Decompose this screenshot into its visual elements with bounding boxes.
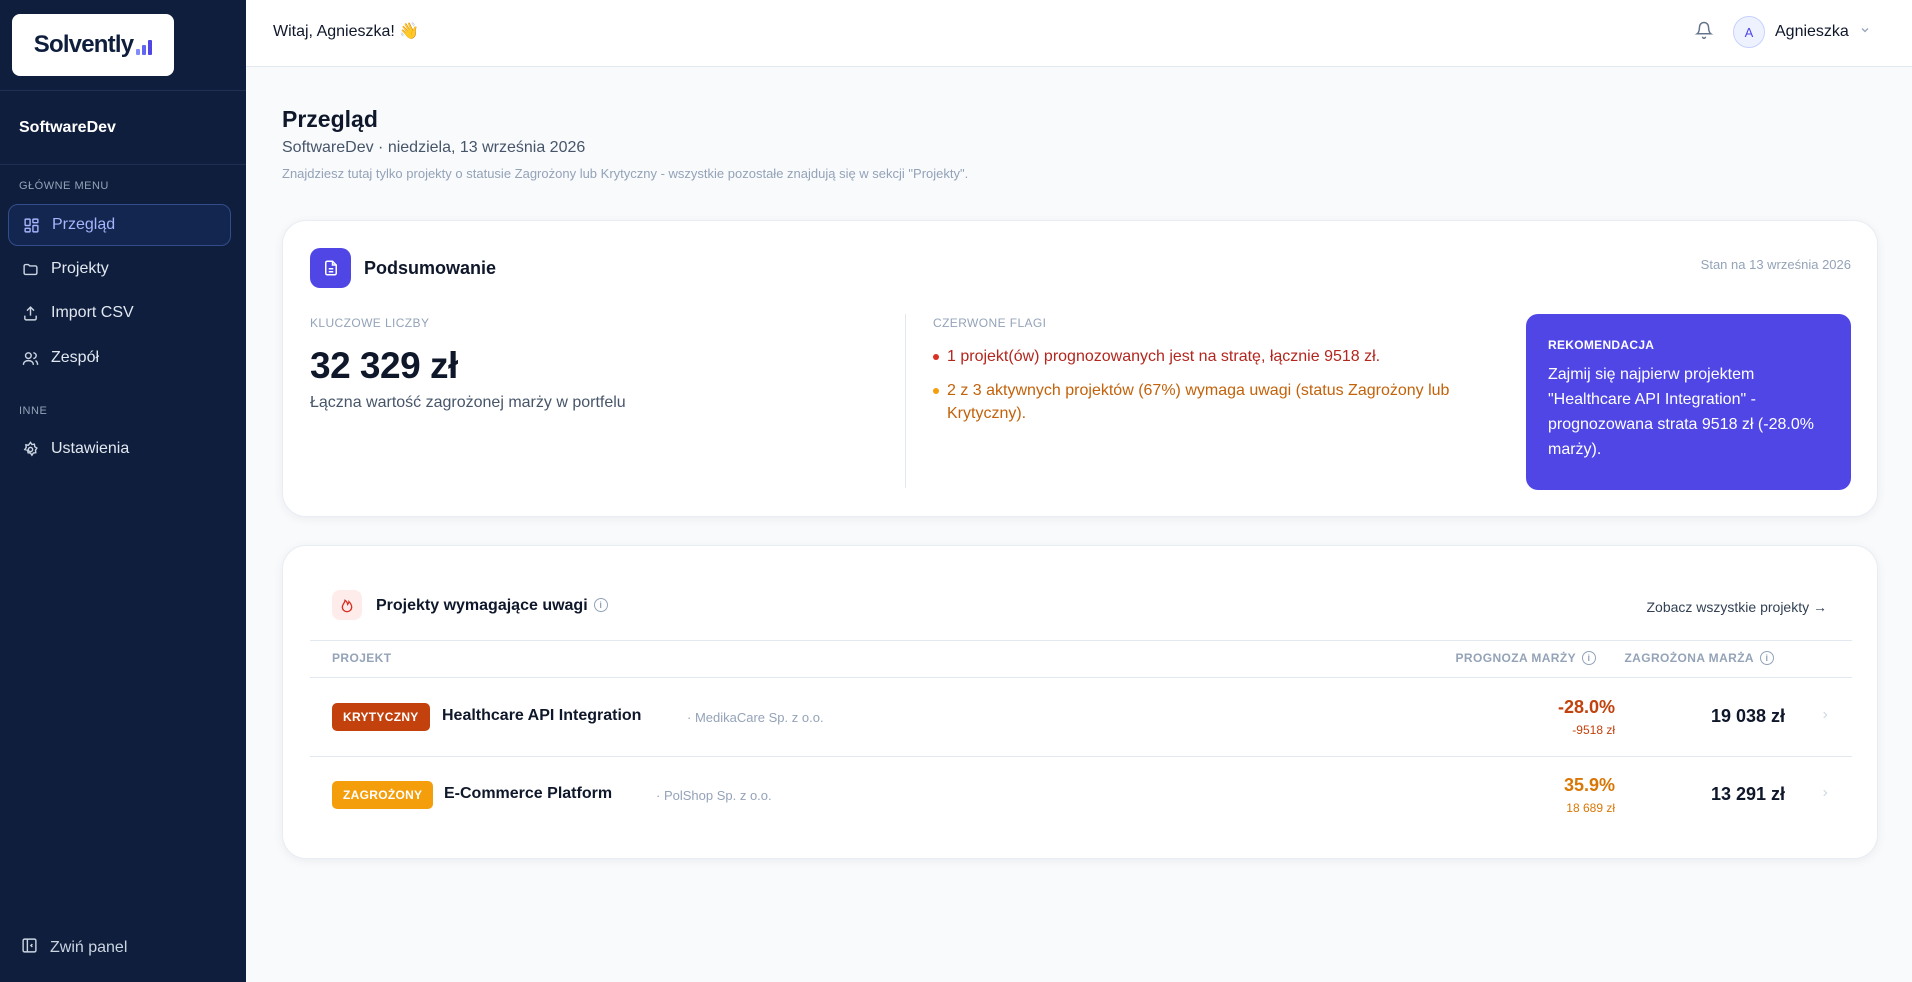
folder-icon — [21, 260, 39, 278]
chevron-right-icon — [1820, 786, 1830, 804]
sidebar-item-zespol[interactable]: Zespół — [8, 337, 231, 379]
column-header-label: ZAGROŻONA MARŻA — [1624, 651, 1754, 665]
page-subtitle: SoftwareDev · niedziela, 13 września 202… — [282, 139, 586, 156]
logo[interactable]: Solvently — [12, 14, 174, 76]
margin-forecast-pct: 35.9% — [1563, 775, 1615, 795]
sidebar-collapse-icon — [21, 937, 38, 959]
grid-icon — [22, 216, 40, 234]
info-icon[interactable]: i — [593, 597, 608, 612]
red-flag-text: 1 projekt(ów) prognozowanych jest na str… — [947, 348, 1381, 365]
summary-date: Stan na 13 września 2026 — [1700, 257, 1851, 272]
sidebar-item-projekty[interactable]: Projekty — [8, 248, 231, 290]
projects-title: Projekty wymagające uwagi i — [376, 597, 608, 615]
table-row[interactable]: ZAGROŻONY E-Commerce Platform · PolShop … — [310, 756, 1852, 834]
flame-icon — [332, 590, 362, 620]
projects-title-text: Projekty wymagające uwagi — [376, 597, 588, 614]
document-icon — [310, 248, 351, 288]
chevron-right-icon — [1820, 708, 1830, 726]
project-client: · MedikaCare Sp. z o.o. — [687, 710, 824, 725]
avatar: A — [1733, 16, 1765, 48]
red-flags-label: CZERWONE FLAGI — [933, 316, 1047, 330]
see-all-projects-link[interactable]: Zobacz wszystkie projekty → — [1647, 599, 1828, 615]
at-risk-margin: 19 038 zł — [1710, 706, 1785, 726]
key-figure-description: Łączna wartość zagrożonej marży w portfe… — [310, 394, 626, 411]
sidebar-item-przeglad[interactable]: Przegląd — [8, 204, 231, 246]
recommendation-text: Zajmij się najpierw projektem "Healthcar… — [1548, 366, 1814, 458]
user-menu[interactable]: A Agnieszka — [1733, 16, 1871, 48]
table-row[interactable]: KRYTYCZNY Healthcare API Integration · M… — [310, 678, 1852, 756]
recommendation-label: REKOMENDACJA — [1548, 338, 1655, 352]
upload-icon — [21, 304, 39, 322]
key-figures-label: KLUCZOWE LICZBY — [310, 316, 430, 330]
topbar: Witaj, Agnieszka! 👋 A Agnieszka — [246, 0, 1912, 67]
summary-title: Podsumowanie — [364, 258, 497, 278]
column-header-forecast: PROGNOZA MARŻY i — [1455, 651, 1596, 665]
project-name: E-Commerce Platform — [444, 785, 613, 802]
status-badge: KRYTYCZNY — [332, 703, 430, 731]
section-label-main: GŁÓWNE MENU — [19, 180, 109, 192]
page-note: Znajdziesz tutaj tylko projekty o status… — [282, 166, 969, 181]
column-header-at-risk: ZAGROŻONA MARŻA i — [1624, 651, 1774, 665]
workspace-name: SoftwareDev — [19, 119, 116, 136]
status-badge: ZAGROŻONY — [332, 781, 434, 809]
sidebar-item-label: Przegląd — [52, 216, 116, 233]
red-flag-item: 1 projekt(ów) prognozowanych jest na str… — [933, 345, 1493, 368]
margin-forecast-amount: -9518 zł — [1572, 723, 1615, 737]
projects-attention-card: Projekty wymagające uwagi i Zobacz wszyst… — [282, 545, 1878, 859]
collapse-panel-button[interactable]: Zwiń panel — [21, 937, 127, 959]
gear-icon — [21, 440, 39, 458]
column-header-label: PROJEKT — [332, 651, 392, 665]
red-flag-text: 2 z 3 aktywnych projektów (67%) wymaga u… — [947, 382, 1450, 422]
sidebar: Solvently SoftwareDev GŁÓWNE MENU Przegl… — [0, 0, 246, 982]
sidebar-item-ustawienia[interactable]: Ustawienia — [8, 428, 231, 470]
summary-card: Podsumowanie Stan na 13 września 2026 KL… — [282, 220, 1878, 517]
divider — [0, 90, 246, 91]
divider — [905, 314, 906, 488]
red-flag-item: 2 z 3 aktywnych projektów (67%) wymaga u… — [933, 379, 1493, 425]
sidebar-item-label: Zespół — [51, 349, 100, 366]
margin-forecast-amount: 18 689 zł — [1566, 801, 1615, 815]
greeting: Witaj, Agnieszka! 👋 — [273, 23, 420, 40]
bullet-dot — [933, 388, 939, 394]
project-client: · PolShop Sp. z o.o. — [656, 788, 772, 803]
bar-chart-icon — [136, 37, 153, 55]
at-risk-margin: 13 291 zł — [1710, 784, 1785, 804]
column-header-project: PROJEKT — [332, 651, 391, 665]
chevron-down-icon — [1859, 23, 1871, 41]
section-label-other: INNE — [19, 405, 48, 417]
sidebar-item-import-csv[interactable]: Import CSV — [8, 292, 231, 334]
collapse-panel-label: Zwiń panel — [50, 939, 128, 956]
logo-text: Solvently — [33, 31, 134, 58]
divider — [310, 640, 1852, 641]
info-icon[interactable]: i — [1760, 651, 1774, 665]
users-icon — [21, 349, 39, 367]
project-name: Healthcare API Integration — [442, 707, 642, 724]
key-figure-value: 32 329 zł — [310, 345, 458, 386]
bell-icon[interactable] — [1694, 21, 1715, 41]
sidebar-item-label: Import CSV — [51, 304, 134, 321]
divider — [0, 164, 246, 165]
column-header-label: PROGNOZA MARŻY — [1455, 651, 1576, 665]
margin-forecast-pct: -28.0% — [1557, 697, 1615, 717]
sidebar-item-label: Projekty — [51, 260, 109, 277]
info-icon[interactable]: i — [1582, 651, 1596, 665]
page-title: Przegląd — [282, 106, 378, 132]
sidebar-item-label: Ustawienia — [51, 440, 130, 457]
user-name: Agnieszka — [1775, 23, 1849, 40]
recommendation-box: REKOMENDACJA Zajmij się najpierw projekt… — [1526, 314, 1851, 490]
bullet-dot — [933, 354, 939, 360]
